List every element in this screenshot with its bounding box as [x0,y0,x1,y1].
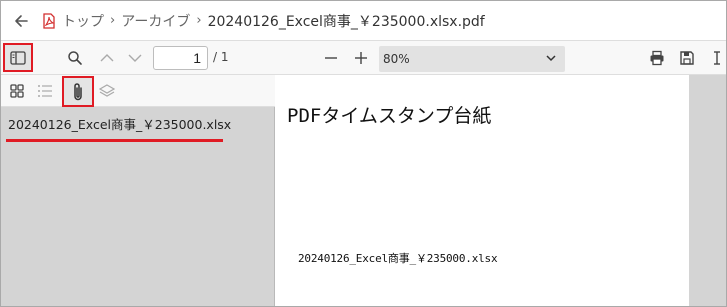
document-title: PDFタイムスタンプ台紙 [287,105,492,127]
layers-icon [99,84,115,97]
attachments-tab[interactable] [62,76,94,107]
document-filename: 20240126_Excel商事_￥235000.xlsx [298,252,498,265]
back-button[interactable] [10,10,32,32]
printer-icon [650,50,664,66]
outline-tab[interactable] [35,81,55,101]
attachment-item[interactable]: 20240126_Excel商事_￥235000.xlsx [8,114,231,133]
sidebar-toggle-button[interactable] [3,43,33,72]
viewer-gutter [689,75,726,306]
chevron-right-icon: › [196,13,202,28]
thumbnails-icon [10,84,24,98]
breadcrumb: トップ › アーカイブ › 20240126_Excel商事_￥235000.x… [1,1,726,40]
breadcrumb-item-archive[interactable]: アーカイブ [121,11,190,31]
text-select-button[interactable] [709,48,725,68]
search-icon [68,51,82,65]
breadcrumb-item-top[interactable]: トップ [62,11,104,31]
paperclip-icon [74,82,82,100]
chevron-right-icon: › [110,13,116,28]
previous-match-button[interactable] [97,48,117,68]
next-match-button[interactable] [125,48,145,68]
outline-icon [38,85,52,97]
chevron-down-icon [546,55,556,62]
attachment-highlight-underline [6,139,223,142]
back-arrow-icon [15,14,28,27]
text-cursor-icon [714,51,720,65]
page-total: / 1 [213,50,229,64]
save-icon [680,51,694,65]
breadcrumb-item-current: 20240126_Excel商事_￥235000.xlsx.pdf [207,13,485,30]
zoom-value: 80% [383,52,410,66]
pdf-file-icon [42,12,56,29]
sidebar-toggle-icon [10,50,26,65]
print-button[interactable] [647,48,667,68]
sidebar: 20240126_Excel商事_￥235000.xlsx [1,75,275,306]
zoom-out-button[interactable] [321,48,341,68]
minus-icon [325,57,337,59]
page-number-input[interactable] [153,46,208,70]
sidebar-tabs [1,75,275,107]
plus-icon [355,52,367,64]
layers-tab[interactable] [97,81,117,101]
zoom-in-button[interactable] [351,48,371,68]
thumbnails-tab[interactable] [7,81,27,101]
pdf-toolbar: / 1 80% [1,40,726,75]
chevron-down-icon [128,54,142,62]
search-button[interactable] [65,48,85,68]
chevron-up-icon [100,54,114,62]
save-button[interactable] [677,48,697,68]
zoom-select[interactable]: 80% [379,46,565,72]
